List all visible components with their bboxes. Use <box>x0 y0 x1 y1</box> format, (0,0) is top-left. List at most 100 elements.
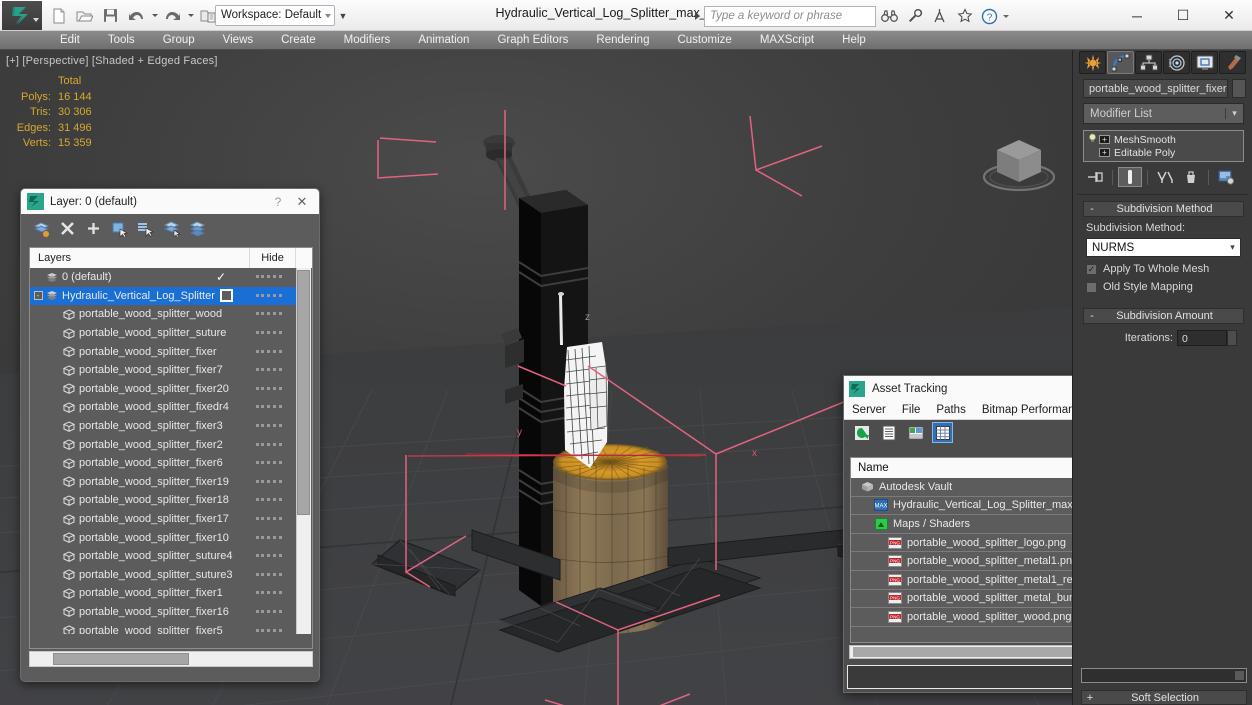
display-tab[interactable] <box>1191 51 1218 74</box>
layer-row[interactable]: portable_wood_splitter_suture4 <box>30 547 296 566</box>
add-selection-icon[interactable] <box>159 217 184 240</box>
layer-row[interactable]: portable_wood_splitter_fixedr4 <box>30 398 296 417</box>
modifier-stack[interactable]: + MeshSmooth + Editable Poly <box>1083 130 1244 162</box>
layer-hide-dots[interactable] <box>256 312 282 316</box>
layer-row[interactable]: portable_wood_splitter_fixer <box>30 342 296 361</box>
menu-item-modifiers[interactable]: Modifiers <box>330 31 405 50</box>
layer-hide-dots[interactable] <box>256 461 282 465</box>
remove-modifier-icon[interactable] <box>1179 167 1203 187</box>
search-expand-icon[interactable] <box>690 5 704 27</box>
layer-row[interactable]: portable_wood_splitter_suture3 <box>30 566 296 585</box>
menu-item-views[interactable]: Views <box>209 31 267 50</box>
highlight-selected-icon[interactable] <box>185 217 210 240</box>
layer-row[interactable]: portable_wood_splitter_fixer20 <box>30 380 296 399</box>
layer-hide-dots[interactable] <box>256 349 282 354</box>
rollout-soft-selection[interactable]: + Soft Selection <box>1081 690 1247 705</box>
make-unique-icon[interactable] <box>1153 167 1177 187</box>
rollout-collapse-icon[interactable]: - <box>1084 310 1100 322</box>
delete-layer-icon[interactable] <box>55 217 80 240</box>
apply-to-whole-mesh-row[interactable]: ✓ Apply To Whole Mesh <box>1086 263 1241 275</box>
create-tab[interactable] <box>1079 51 1106 74</box>
layer-hide-dots[interactable] <box>256 591 282 595</box>
layer-hide-dots[interactable] <box>256 498 282 502</box>
layer-row[interactable]: portable_wood_splitter_wood <box>30 305 296 324</box>
old-style-mapping-checkbox[interactable] <box>1086 281 1097 293</box>
show-end-result-icon[interactable] <box>1118 167 1142 187</box>
layer-list-hscroll-thumb[interactable] <box>53 653 189 665</box>
layer-row[interactable]: 0 (default) ✓ <box>30 268 296 287</box>
asset-menu-paths[interactable]: Paths <box>928 401 973 420</box>
binoculars-icon[interactable] <box>878 5 901 28</box>
layer-hide-dots[interactable] <box>256 368 282 372</box>
compass-icon[interactable] <box>928 5 951 28</box>
rollout-header[interactable]: - Subdivision Amount <box>1083 308 1244 324</box>
menu-item-maxscript[interactable]: MAXScript <box>746 31 828 50</box>
layer-row[interactable]: portable_wood_splitter_fixer6 <box>30 454 296 473</box>
layer-row[interactable]: portable_wood_splitter_fixer7 <box>30 361 296 380</box>
iterations-field[interactable]: 0 <box>1177 330 1227 346</box>
chevron-down-icon[interactable]: ▾ <box>1225 242 1240 253</box>
stack-expand-icon[interactable]: + <box>1099 135 1110 144</box>
rollout-collapse-icon[interactable]: - <box>1084 203 1100 215</box>
menu-item-animation[interactable]: Animation <box>404 31 483 50</box>
menu-item-help[interactable]: Help <box>828 31 880 50</box>
iterations-spinner[interactable] <box>1227 330 1237 346</box>
menu-item-customize[interactable]: Customize <box>663 31 745 50</box>
close-button[interactable]: ✕ <box>1206 0 1252 31</box>
menu-item-graph-editors[interactable]: Graph Editors <box>483 31 582 50</box>
hierarchy-tab[interactable] <box>1135 51 1162 74</box>
add-layer-icon[interactable] <box>81 217 106 240</box>
layer-row[interactable]: portable_wood_splitter_fixer18 <box>30 491 296 510</box>
object-name-field[interactable]: portable_wood_splitter_fixer <box>1083 79 1228 98</box>
utilities-tab[interactable] <box>1219 51 1246 74</box>
apply-to-whole-mesh-checkbox[interactable]: ✓ <box>1086 263 1097 275</box>
view-cube-icon[interactable] <box>978 124 1060 206</box>
layer-hide-dots[interactable] <box>256 554 282 558</box>
motion-tab[interactable] <box>1163 51 1190 74</box>
layer-hide-dots[interactable] <box>256 517 282 521</box>
layer-list-scroll-thumb[interactable] <box>297 270 310 515</box>
modifier-list-dropdown[interactable]: Modifier List ▾ <box>1083 103 1244 124</box>
help-dropdown-caret[interactable] <box>1001 5 1010 27</box>
minimize-button[interactable]: ─ <box>1114 0 1160 31</box>
menu-item-group[interactable]: Group <box>149 31 209 50</box>
layer-row[interactable]: portable_wood_splitter_fixer17 <box>30 510 296 529</box>
layer-hide-dots[interactable] <box>256 479 282 484</box>
star-icon[interactable] <box>953 5 976 28</box>
list-view-icon[interactable] <box>879 423 898 442</box>
layer-active-checkmark-icon[interactable]: ✓ <box>212 270 230 284</box>
select-highlighted-icon[interactable] <box>133 217 158 240</box>
rollout-expand-icon[interactable]: + <box>1082 692 1098 704</box>
layer-dialog-close-button[interactable]: ✕ <box>289 194 315 210</box>
layer-hide-dots[interactable] <box>256 572 282 577</box>
layer-row[interactable]: portable_wood_splitter_fixer1 <box>30 584 296 603</box>
old-style-mapping-row[interactable]: Old Style Mapping <box>1086 281 1241 293</box>
layer-row[interactable]: portable_wood_splitter_fixer19 <box>30 473 296 492</box>
layer-row[interactable]: - Hydraulic_Vertical_Log_Splitter <box>30 286 296 306</box>
stack-item-editable-poly[interactable]: + Editable Poly <box>1086 146 1241 159</box>
layer-dialog-titlebar[interactable]: Layer: 0 (default) ? ✕ <box>21 189 319 214</box>
layer-dialog-help-button[interactable]: ? <box>267 195 289 209</box>
modify-tab[interactable] <box>1107 51 1134 74</box>
layer-hide-checkbox[interactable] <box>220 289 233 303</box>
menu-item-tools[interactable]: Tools <box>94 31 149 50</box>
layer-hide-dots[interactable] <box>256 442 282 447</box>
stack-expand-icon[interactable]: + <box>1099 148 1110 157</box>
layer-hide-dots[interactable] <box>256 405 282 409</box>
layer-row[interactable]: portable_wood_splitter_fixer3 <box>30 417 296 436</box>
layer-row[interactable]: portable_wood_splitter_fixer10 <box>30 528 296 547</box>
menu-item-rendering[interactable]: Rendering <box>582 31 663 50</box>
subdivision-method-select[interactable]: NURMS ▾ <box>1086 238 1241 257</box>
pin-stack-icon[interactable] <box>1083 167 1107 187</box>
layer-hide-dots[interactable] <box>256 275 282 279</box>
asset-menu-server[interactable]: Server <box>844 401 894 420</box>
layer-row[interactable]: portable_wood_splitter_suture <box>30 324 296 343</box>
maximize-button[interactable]: ☐ <box>1160 0 1206 31</box>
rollout-header[interactable]: - Subdivision Method <box>1083 201 1244 217</box>
panel-resize-handle[interactable] <box>1235 671 1244 680</box>
chevron-down-icon[interactable]: ▾ <box>1225 108 1243 119</box>
grid-view-icon[interactable] <box>932 422 953 443</box>
asset-hscroll-thumb[interactable] <box>853 647 1089 657</box>
menu-item-edit[interactable]: Edit <box>46 31 94 50</box>
stack-item-meshsmooth[interactable]: + MeshSmooth <box>1086 133 1241 146</box>
